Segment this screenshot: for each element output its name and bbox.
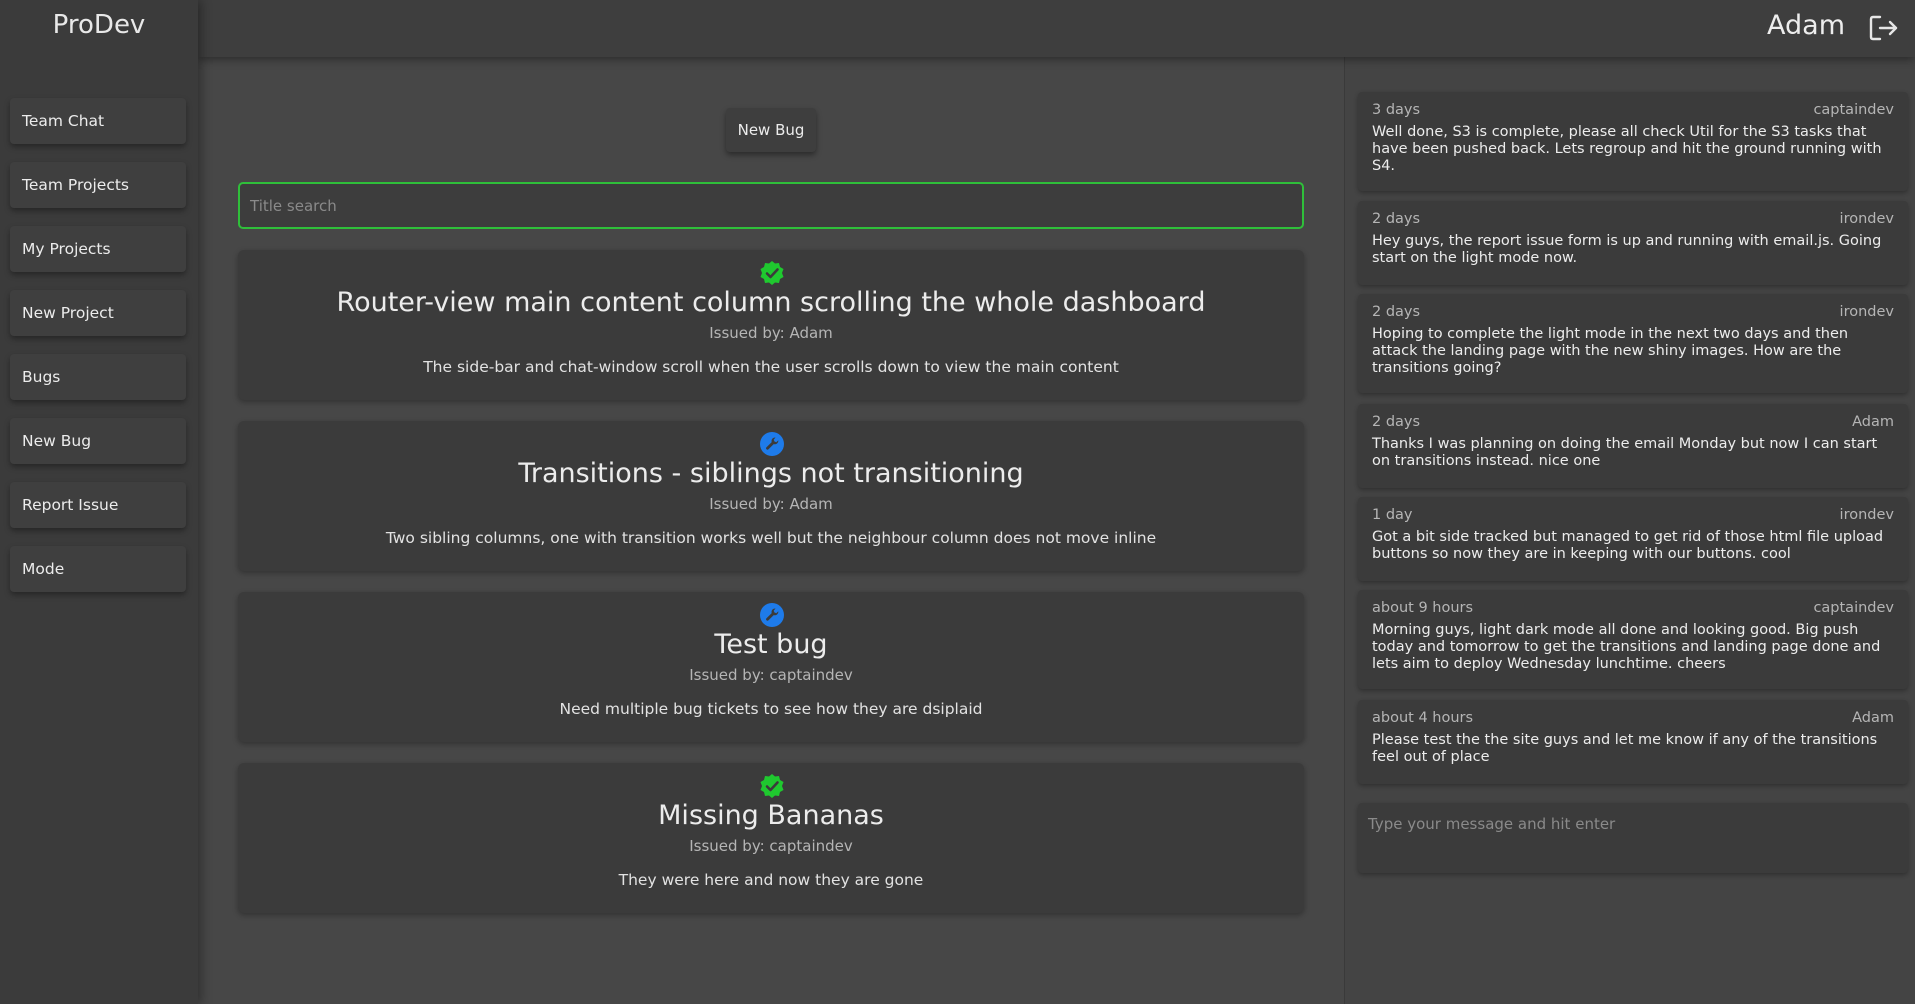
chat-message: 1 day irondev Got a bit side tracked but … xyxy=(1358,497,1908,581)
sidebar-item-team-projects[interactable]: Team Projects xyxy=(10,162,186,208)
wrench-icon xyxy=(759,431,785,457)
message-author: Adam xyxy=(1852,710,1894,726)
bug-title: Transitions - siblings not transitioning xyxy=(518,458,1024,489)
sidebar-item-team-chat[interactable]: Team Chat xyxy=(10,98,186,144)
bug-description: Need multiple bug tickets to see how the… xyxy=(559,700,983,718)
message-text: Hoping to complete the light mode in the… xyxy=(1372,326,1849,376)
sidebar-item-my-projects[interactable]: My Projects xyxy=(10,226,186,272)
sidebar-item-new-project[interactable]: New Project xyxy=(10,290,186,336)
message-text: Morning guys, light dark mode all done a… xyxy=(1372,622,1881,672)
message-time: about 9 hours xyxy=(1372,600,1474,616)
message-time: 2 days xyxy=(1372,211,1421,227)
message-text: Hey guys, the report issue form is up an… xyxy=(1372,233,1882,266)
chat-message: 3 days captaindev Well done, S3 is comple… xyxy=(1358,92,1908,191)
chat-message: 2 days irondev Hey guys, the report issue… xyxy=(1358,201,1908,285)
bug-title: Test bug xyxy=(714,629,828,660)
message-author: Adam xyxy=(1852,414,1894,430)
user-name: Adam xyxy=(1767,10,1845,41)
message-time: 3 days xyxy=(1372,102,1421,118)
sidebar-nav: Team Chat Team Projects My Projects New … xyxy=(0,98,198,592)
brand-logo[interactable]: ProDev xyxy=(0,0,198,56)
check-badge-icon xyxy=(759,260,785,286)
sidebar-item-report-issue[interactable]: Report Issue xyxy=(10,482,186,528)
wrench-icon xyxy=(759,602,785,628)
chat-message: 2 days Adam Thanks I was planning on doin… xyxy=(1358,404,1908,488)
sidebar-item-mode[interactable]: Mode xyxy=(10,546,186,592)
message-author: captaindev xyxy=(1813,102,1894,118)
bug-title: Missing Bananas xyxy=(658,800,884,831)
message-author: irondev xyxy=(1839,304,1894,320)
bug-description: The side-bar and chat-window scroll when… xyxy=(423,358,1119,376)
message-time: 2 days xyxy=(1372,414,1421,430)
new-bug-button[interactable]: New Bug xyxy=(726,108,816,152)
main-content: New Bug Router-view main content column … xyxy=(198,57,1344,1004)
bug-card[interactable]: Missing Bananas Issued by: captaindev Th… xyxy=(238,763,1304,913)
sidebar-item-bugs[interactable]: Bugs xyxy=(10,354,186,400)
check-badge-icon xyxy=(759,773,785,799)
bug-issued-by: Issued by: Adam xyxy=(709,495,833,513)
bug-title: Router-view main content column scrollin… xyxy=(336,287,1206,318)
bug-issued-by: Issued by: captaindev xyxy=(689,666,853,684)
title-search-input[interactable] xyxy=(238,182,1304,229)
message-author: irondev xyxy=(1839,211,1894,227)
message-time: 1 day xyxy=(1372,507,1413,523)
message-time: about 4 hours xyxy=(1372,710,1474,726)
message-time: 2 days xyxy=(1372,304,1421,320)
bug-card[interactable]: Router-view main content column scrollin… xyxy=(238,250,1304,400)
logout-icon[interactable] xyxy=(1869,14,1899,42)
message-text: Please test the the site guys and let me… xyxy=(1372,732,1878,765)
sidebar: ProDev Team Chat Team Projects My Projec… xyxy=(0,0,198,1004)
message-text: Thanks I was planning on doing the email… xyxy=(1372,436,1878,469)
bug-description: Two sibling columns, one with transition… xyxy=(385,529,1157,547)
chat-message-input[interactable] xyxy=(1358,803,1908,873)
bug-issued-by: Issued by: Adam xyxy=(709,324,833,342)
team-chat-panel: 3 days captaindev Well done, S3 is comple… xyxy=(1344,57,1915,1004)
chat-message: 2 days irondev Hoping to complete the lig… xyxy=(1358,294,1908,393)
bug-issued-by: Issued by: captaindev xyxy=(689,837,853,855)
sidebar-item-new-bug[interactable]: New Bug xyxy=(10,418,186,464)
message-author: irondev xyxy=(1839,507,1894,523)
bug-description: They were here and now they are gone xyxy=(618,871,924,889)
chat-message: about 4 hours Adam Please test the the si… xyxy=(1358,700,1908,784)
chat-message: about 9 hours captaindev Morning guys, li… xyxy=(1358,590,1908,689)
message-text: Got a bit side tracked but managed to ge… xyxy=(1372,529,1884,562)
bug-card[interactable]: Test bug Issued by: captaindev Need mult… xyxy=(238,592,1304,742)
bug-card[interactable]: Transitions - siblings not transitioning… xyxy=(238,421,1304,571)
message-text: Well done, S3 is complete, please all ch… xyxy=(1372,124,1882,174)
message-author: captaindev xyxy=(1813,600,1894,616)
top-header: Adam xyxy=(198,0,1915,57)
